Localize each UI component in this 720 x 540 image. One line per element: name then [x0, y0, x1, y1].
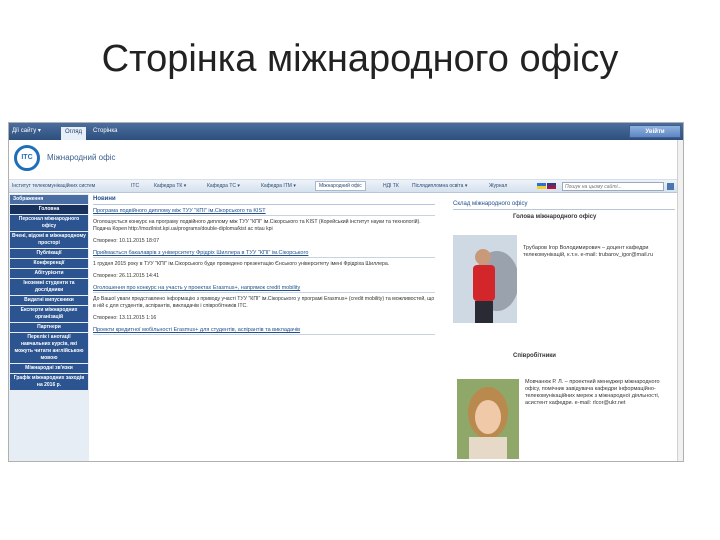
sidebar-item-staff[interactable]: Персонал міжнародного офісу — [10, 215, 88, 231]
nav-item-ndi-tk[interactable]: НДІ ТК — [383, 183, 399, 189]
news-column: Новини Програма подвійного диплому між Т… — [93, 196, 435, 461]
sidebar-item-images[interactable]: Зображення — [10, 195, 88, 204]
sidebar-item-conferences[interactable]: Конференції — [10, 259, 88, 268]
sidebar-item-scientists[interactable]: Вчені, відомі в міжнародному просторі — [10, 232, 88, 248]
nav-item-dept-itm[interactable]: Кафедра ІТМ ▾ — [261, 183, 296, 189]
head-of-office-photo — [453, 235, 517, 323]
nav-item-dept-ts[interactable]: Кафедра ТС ▾ — [207, 183, 240, 189]
website-screenshot: Дії сайту ▾ Огляд Сторінка Увійти ITC Мі… — [8, 122, 684, 462]
search-icon[interactable] — [667, 183, 674, 190]
ukrainian-flag-icon[interactable] — [537, 183, 546, 189]
news-date: Створено: 13.11.2015 1:16 — [93, 315, 157, 321]
news-item: Програма подвійного диплому між ТУУ "КПІ… — [93, 208, 435, 244]
news-title-link[interactable]: Програма подвійного диплому між ТУУ "КПІ… — [93, 208, 435, 216]
news-item: Приймається бакалаврів з університету Фр… — [93, 250, 435, 279]
office-staff-panel: Склад міжнародного офісу Голова міжнарод… — [453, 201, 675, 461]
news-heading: Новини — [93, 196, 435, 205]
tab-page[interactable]: Сторінка — [93, 128, 117, 134]
top-ribbon: Дії сайту ▾ Огляд Сторінка Увійти — [9, 123, 683, 140]
nav-item-intl-office[interactable]: Міжнародний офіс — [315, 181, 366, 191]
staff-member-photo — [457, 379, 519, 459]
sidebar-item-alumni[interactable]: Видатні випускники — [10, 296, 88, 305]
news-date: Створено: 10.11.2015 18:07 — [93, 238, 160, 244]
news-body: До Вашої уваги представлено інформацію з… — [93, 296, 435, 309]
sidebar-item-partners[interactable]: Партнери — [10, 323, 88, 332]
vertical-scrollbar[interactable] — [677, 140, 683, 461]
sidebar-item-experts[interactable]: Експерти міжнародних організацій — [10, 306, 88, 322]
news-date: Створено: 26.11.2015 14:41 — [93, 273, 160, 279]
head-of-office-info: Трубаров Ігор Володимирович – доцент каф… — [523, 245, 654, 258]
itc-logo[interactable]: ITC — [14, 145, 40, 171]
sidebar-item-home[interactable]: Головна — [10, 205, 88, 214]
news-body: Оголошується конкурс на програму подвійн… — [93, 219, 421, 232]
left-sidebar: Зображення Головна Персонал міжнародного… — [9, 194, 89, 461]
office-heading[interactable]: Склад міжнародного офісу — [453, 201, 675, 210]
staff-heading: Співробітники — [513, 353, 556, 359]
sidebar-item-courses[interactable]: Перелік і анотації навчальних курсів, як… — [10, 333, 88, 363]
sidebar-item-foreign-students[interactable]: Іноземні студенти та дослідники — [10, 279, 88, 295]
nav-item-itc[interactable]: ITC — [131, 183, 139, 189]
site-name[interactable]: Міжнародний офіс — [47, 153, 115, 162]
nav-item-institute[interactable]: Інститут телекомунікаційних систем — [12, 183, 95, 189]
sidebar-item-applicants[interactable]: Абітурієнти — [10, 269, 88, 278]
news-item: Оголошення про конкурс на участь у проек… — [93, 285, 435, 321]
site-header: ITC Міжнародний офіс — [9, 140, 683, 180]
staff-member-info: Мовчанюк Р. Л. – проектний менеджер міжн… — [525, 379, 660, 406]
nav-item-journal[interactable]: Журнал — [489, 183, 507, 189]
site-actions-menu[interactable]: Дії сайту ▾ — [12, 127, 41, 134]
sidebar-item-intl-relations[interactable]: Міжнародні зв'язки — [10, 364, 88, 373]
nav-item-postgrad[interactable]: Післядипломна освіта ▾ — [412, 183, 467, 189]
top-navigation: Інститут телекомунікаційних систем ITC К… — [9, 180, 683, 193]
head-of-office-title: Голова міжнародного офісу — [513, 214, 597, 220]
login-button[interactable]: Увійти — [629, 125, 681, 138]
search-input[interactable]: Пошук на цьому сайті... — [562, 182, 664, 191]
sidebar-item-publications[interactable]: Публікації — [10, 249, 88, 258]
news-title-link[interactable]: Оголошення про конкурс на участь у проек… — [93, 285, 435, 293]
news-title-link[interactable]: Приймається бакалаврів з університету Фр… — [93, 250, 435, 258]
news-title-link[interactable]: Проекти кредитної мобільності Erasmus+ д… — [93, 327, 435, 335]
news-body: 1 грудня 2015 року в ТУУ "КПІ" ім.Сікорс… — [93, 261, 390, 267]
english-flag-icon[interactable] — [547, 183, 556, 189]
news-item: Проекти кредитної мобільності Erasmus+ д… — [93, 327, 435, 335]
nav-item-dept-tk[interactable]: Кафедра ТК ▾ — [154, 183, 186, 189]
language-flags[interactable] — [537, 183, 559, 189]
sidebar-item-schedule[interactable]: Графік міжнародних заходів на 2016 р. — [10, 374, 88, 390]
tab-browse[interactable]: Огляд — [61, 127, 86, 140]
slide-title: Сторінка міжнародного офісу — [101, 38, 619, 80]
